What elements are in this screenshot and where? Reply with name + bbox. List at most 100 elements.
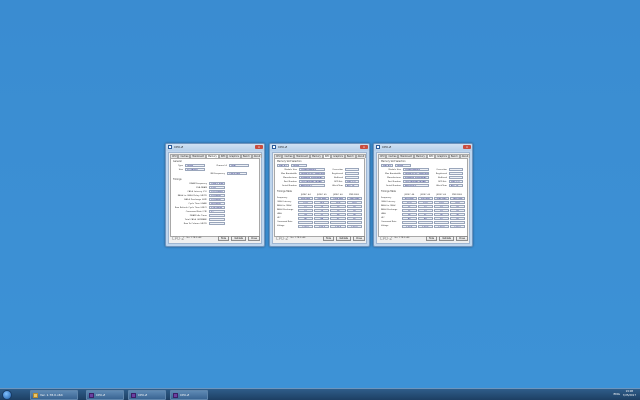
title-bar[interactable]: CPU-Z × xyxy=(166,144,264,151)
cpuz-window-memory[interactable]: CPU-Z × CPU Caches Mainboard Memory SPD … xyxy=(165,143,265,247)
spd-row: Max Bandwidth DDR4-2132 (1066 MHz) Regis… xyxy=(381,172,465,175)
cpuz-icon xyxy=(272,145,276,149)
spd-row: Module Size 16384 MBytes Correction xyxy=(277,168,362,171)
version-label: Ver. 1.78.0.x64 xyxy=(186,237,202,239)
table-cell: 1.20 V xyxy=(401,225,417,228)
field-label: Registered xyxy=(331,172,343,175)
table-cell: 15 xyxy=(330,209,346,212)
cpuz-icon xyxy=(89,393,94,398)
tools-button[interactable]: Tools xyxy=(217,235,230,241)
spd-row: Serial Number B4D7D3C2 Week/Year 46 / 15 xyxy=(381,184,465,187)
table-cell: 40 xyxy=(401,217,417,220)
table-cell: 824 MHz xyxy=(401,197,417,200)
field-label: Max Bandwidth xyxy=(384,172,401,175)
table-cell: 36 xyxy=(346,213,362,216)
field-label: Registered xyxy=(435,172,447,175)
window-title: CPU-Z xyxy=(174,145,184,149)
table-cell: 36 xyxy=(449,213,466,216)
table-cell: 900 MHz xyxy=(314,197,330,200)
close-icon[interactable]: × xyxy=(255,145,263,149)
cpuz-window-spd-1[interactable]: CPU-Z × CPU Caches Mainboard Memory SPD … xyxy=(269,143,370,247)
validate-button[interactable]: Validate xyxy=(231,235,247,241)
window-footer: CPU-Z Ver. 1.78.0.x64 Tools Validate Clo… xyxy=(274,234,365,242)
field-value: 15 clocks xyxy=(209,194,225,197)
table-cell: 28 xyxy=(297,213,314,216)
close-button[interactable]: Close xyxy=(248,235,260,241)
window-title: CPU-Z xyxy=(278,145,288,149)
taskbar-item-folder[interactable]: Ver. 1.78.0.x64 xyxy=(30,390,78,400)
field-label: Buffered xyxy=(438,176,447,179)
table-cell: 16 xyxy=(346,205,362,208)
field-label: RAS# Precharge (tRP) xyxy=(184,198,207,201)
taskbar-item-cpuz-2[interactable]: CPU-Z xyxy=(128,390,166,400)
table-cell: 13.0 xyxy=(417,201,433,204)
table-cell: 52 xyxy=(346,217,362,220)
table-cell: 16 xyxy=(449,209,466,212)
table-cell: 1.20 V xyxy=(417,225,433,228)
close-button[interactable]: Close xyxy=(456,235,468,241)
table-cell xyxy=(417,221,433,224)
taskbar-item-cpuz-1[interactable]: CPU-Z xyxy=(86,390,124,400)
taskbar-item-label: CPU-Z xyxy=(96,393,106,397)
clock-date: 7/25/2017 xyxy=(622,394,636,397)
timing-row: Cycle Time (tRAS) 36 clocks xyxy=(173,202,257,205)
table-cell: 1400 MHz xyxy=(449,197,466,200)
slot-select[interactable]: Slot #1 xyxy=(277,164,289,167)
spd-row: Manufacturer Kingston Technology Buffere… xyxy=(381,176,465,179)
timings-group-label: Timings xyxy=(173,178,182,181)
timing-row: DRAM Idle Timer xyxy=(173,214,257,217)
taskbar-item-cpuz-3[interactable]: CPU-Z xyxy=(170,390,208,400)
table-cell: 31 xyxy=(314,213,330,216)
window-body: CPU Caches Mainboard Memory SPD Graphics… xyxy=(272,152,367,244)
timings-table-label: Timings Table xyxy=(381,190,396,193)
table-cell xyxy=(314,221,330,224)
title-bar[interactable]: CPU-Z × xyxy=(374,144,472,151)
window-body: CPU Caches Mainboard Memory SPD Graphics… xyxy=(168,152,263,244)
field-value xyxy=(209,218,225,221)
slot-select[interactable]: Slot #3 xyxy=(381,164,393,167)
field-value: 15.0 clocks xyxy=(209,190,225,193)
cpuz-window-spd-2[interactable]: CPU-Z × CPU Caches Mainboard Memory SPD … xyxy=(373,143,473,247)
field-label: DRAM Idle Timer xyxy=(189,214,207,217)
table-row: Voltage 1.20 V 1.20 V 1.20 V 1.20 V xyxy=(277,225,362,229)
field-value: Kingston Technology xyxy=(299,176,325,179)
field-value: XMP 2.0 xyxy=(345,180,359,183)
window-body: CPU Caches Mainboard Memory SPD Graphics… xyxy=(376,152,471,244)
field-value: TB1,2400H8-16GBB xyxy=(403,180,429,183)
field-label: Manufacturer xyxy=(283,176,297,179)
field-value: DDR4 xyxy=(185,164,205,167)
tools-button[interactable]: Tools xyxy=(425,235,438,241)
title-bar[interactable]: CPU-Z × xyxy=(270,144,369,151)
system-tray[interactable]: ENG xyxy=(614,392,620,396)
table-cell: 1400 MHz xyxy=(346,197,362,200)
table-cell: 15.0 xyxy=(433,201,449,204)
field-label: FSB:DRAM xyxy=(196,186,207,189)
table-cell: 52 xyxy=(449,217,466,220)
field-value: 46 / 15 xyxy=(449,184,463,187)
table-cell: 1.20 V xyxy=(449,225,466,228)
tools-button[interactable]: Tools xyxy=(322,235,335,241)
field-value xyxy=(345,168,359,171)
validate-button[interactable]: Validate xyxy=(336,235,352,241)
clock[interactable]: 19:08 7/25/2017 xyxy=(623,390,636,398)
timing-row: FSB:DRAM 1:16 xyxy=(173,186,257,189)
field-label: Serial Number xyxy=(386,184,401,187)
table-cell: 12 xyxy=(401,205,417,208)
spd-row: Part Number TB1,2400H8-16GBB SPD Ext. XM… xyxy=(381,180,465,183)
close-button[interactable]: Close xyxy=(353,235,365,241)
close-icon[interactable]: × xyxy=(360,145,368,149)
table-cell: 15 xyxy=(330,205,346,208)
field-value: 2T xyxy=(209,210,225,213)
table-cell: 40 xyxy=(297,217,314,220)
timing-row: Command Rate (CR) 2T xyxy=(173,210,257,213)
row-label: Voltage xyxy=(381,225,389,227)
cpuz-icon xyxy=(376,145,380,149)
taskbar-item-label: Ver. 1.78.0.x64 xyxy=(40,393,63,397)
start-button[interactable] xyxy=(2,390,12,400)
taskbar-item-label: CPU-Z xyxy=(180,393,190,397)
close-icon[interactable]: × xyxy=(463,145,471,149)
validate-button[interactable]: Validate xyxy=(439,235,455,241)
field-label: Cycle Time (tRAS) xyxy=(188,202,207,205)
table-cell: 13 xyxy=(314,205,330,208)
table-cell: 16.0 xyxy=(449,201,466,204)
